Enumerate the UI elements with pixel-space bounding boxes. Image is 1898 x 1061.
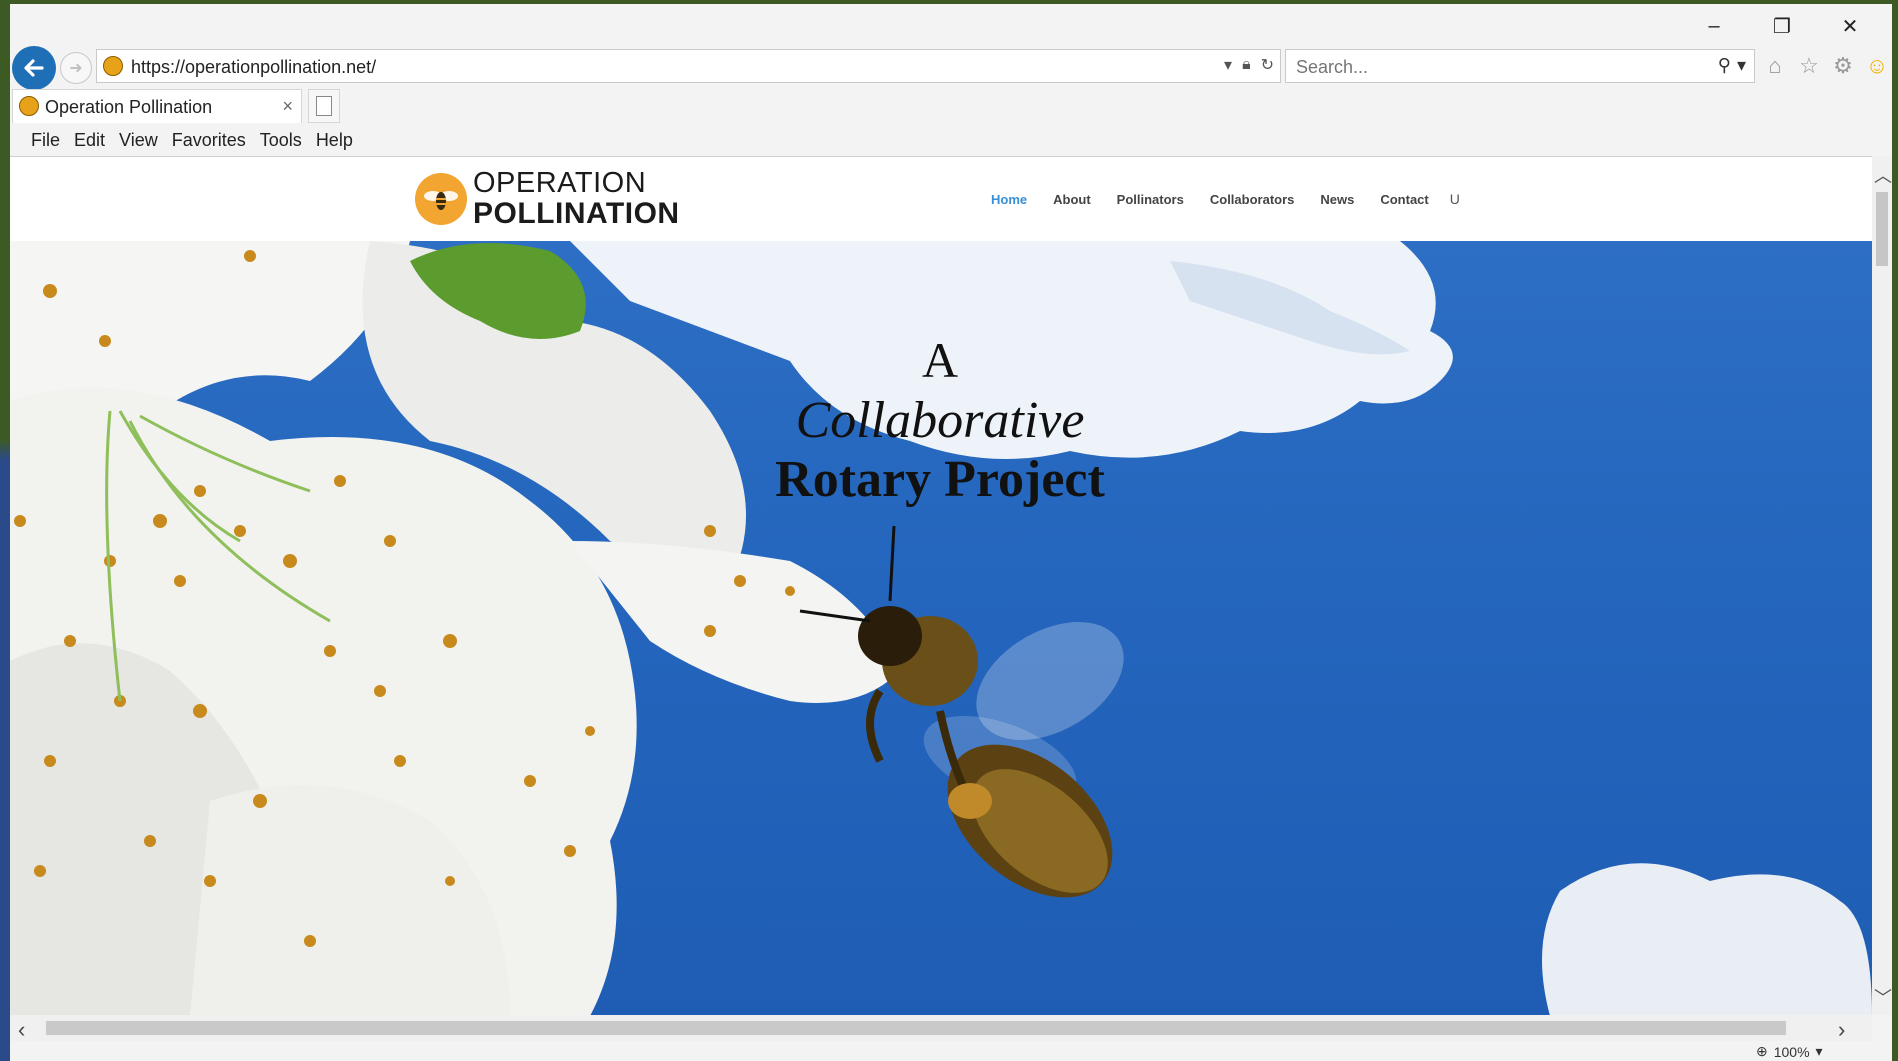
site-favicon-icon xyxy=(103,56,123,76)
search-input[interactable] xyxy=(1294,54,1678,80)
nav-home[interactable]: Home xyxy=(978,192,1040,207)
settings-gear-icon[interactable]: ⚙ xyxy=(1830,53,1856,79)
new-tab-button[interactable] xyxy=(308,89,340,123)
menu-bar: File Edit View Favorites Tools Help xyxy=(10,124,1892,156)
menu-tools[interactable]: Tools xyxy=(253,124,309,156)
nav-extra-icon[interactable]: U xyxy=(1442,191,1460,207)
search-box[interactable]: ⚲ ▾ xyxy=(1285,49,1755,83)
site-logo[interactable]: OPERATION POLLINATION xyxy=(415,169,680,229)
favorites-star-icon[interactable]: ☆ xyxy=(1796,53,1822,79)
logo-text: OPERATION POLLINATION xyxy=(473,169,680,229)
zoom-level: 100% xyxy=(1773,1043,1810,1060)
zoom-control[interactable]: ⊕ 100% ▾ xyxy=(1756,1043,1823,1060)
search-tools: ⚲ ▾ xyxy=(1718,55,1746,76)
address-bar[interactable]: https://operationpollination.net/ ▾ 🔒︎ ↻ xyxy=(96,49,1281,83)
menu-favorites[interactable]: Favorites xyxy=(165,124,253,156)
address-tools: ▾ 🔒︎ ↻ xyxy=(1224,55,1274,75)
nav-collaborators[interactable]: Collaborators xyxy=(1197,192,1308,207)
hero-line-rotary-project: Rotary Project xyxy=(775,451,1105,509)
forward-arrow-icon: ➜ xyxy=(69,60,83,77)
forward-button[interactable]: ➜ xyxy=(60,52,92,84)
lock-icon[interactable]: 🔒︎ xyxy=(1242,56,1251,74)
frame-edge-right xyxy=(1892,0,1898,1061)
home-icon[interactable]: ⌂ xyxy=(1762,53,1788,79)
menu-file[interactable]: File xyxy=(24,124,67,156)
menu-edit[interactable]: Edit xyxy=(67,124,112,156)
zoom-icon: ⊕ xyxy=(1756,1043,1768,1059)
status-bar: ⊕ 100% ▾ xyxy=(10,1041,1892,1061)
nav-news[interactable]: News xyxy=(1307,192,1367,207)
logo-line-pollination: POLLINATION xyxy=(473,197,680,230)
navigation-bar: ➜ https://operationpollination.net/ ▾ 🔒︎… xyxy=(10,44,1892,90)
back-button[interactable] xyxy=(12,46,56,90)
tab-title: Operation Pollination xyxy=(45,97,213,117)
vertical-scroll-thumb[interactable] xyxy=(1876,192,1888,266)
tab-close-icon[interactable]: × xyxy=(282,96,293,117)
feedback-smiley-icon[interactable]: ☺ xyxy=(1864,53,1890,79)
restore-button[interactable]: ❐ xyxy=(1748,10,1816,42)
close-button[interactable]: ✕ xyxy=(1816,10,1884,42)
page-viewport: OPERATION POLLINATION Home About Pollina… xyxy=(10,156,1872,1016)
minimize-button[interactable]: – xyxy=(1680,10,1748,42)
search-dropdown-icon[interactable]: ▾ xyxy=(1737,55,1746,76)
nav-about[interactable]: About xyxy=(1040,192,1104,207)
new-tab-icon xyxy=(316,96,332,116)
hero-banner: A Collaborative Rotary Project xyxy=(10,241,1872,1016)
scroll-up-icon[interactable]: ︿ xyxy=(1874,162,1892,188)
tab-bar: Operation Pollination × xyxy=(10,87,1892,123)
scroll-left-icon[interactable]: ‹ xyxy=(18,1017,25,1043)
hero-line-a: A xyxy=(921,332,959,388)
back-arrow-icon xyxy=(24,59,44,77)
vertical-scrollbar[interactable]: ︿ ﹀ xyxy=(1872,156,1892,1015)
zoom-dropdown-icon[interactable]: ▾ xyxy=(1816,1043,1823,1060)
nav-pollinators[interactable]: Pollinators xyxy=(1104,192,1197,207)
nav-contact[interactable]: Contact xyxy=(1367,192,1441,207)
site-header: OPERATION POLLINATION Home About Pollina… xyxy=(10,157,1872,241)
browser-window: – ❐ ✕ ➜ https://operationpollination.net… xyxy=(10,4,1892,1061)
scroll-right-icon[interactable]: › xyxy=(1838,1017,1845,1043)
horizontal-scroll-thumb[interactable] xyxy=(46,1021,1786,1035)
search-icon[interactable]: ⚲ xyxy=(1718,55,1731,76)
scroll-down-icon[interactable]: ﹀ xyxy=(1874,984,1892,1010)
window-controls: – ❐ ✕ xyxy=(1680,10,1884,42)
toolbar-icons: ⌂ ☆ ⚙ ☺ xyxy=(1762,53,1890,79)
dropdown-arrow-icon[interactable]: ▾ xyxy=(1224,55,1232,75)
menu-view[interactable]: View xyxy=(112,124,165,156)
hero-title: A Collaborative Rotary Project xyxy=(640,332,1240,509)
hero-line-collaborative: Collaborative xyxy=(795,392,1085,449)
site-navigation: Home About Pollinators Collaborators New… xyxy=(978,191,1460,207)
logo-line-operation: OPERATION xyxy=(473,167,647,199)
frame-edge-left xyxy=(0,0,10,1061)
menu-help[interactable]: Help xyxy=(309,124,360,156)
refresh-icon[interactable]: ↻ xyxy=(1261,55,1274,75)
tab-operation-pollination[interactable]: Operation Pollination × xyxy=(12,89,302,123)
horizontal-scrollbar[interactable]: ‹ › xyxy=(10,1015,1872,1043)
bee-logo-icon xyxy=(415,173,467,225)
tab-favicon-icon xyxy=(19,96,39,116)
url-text[interactable]: https://operationpollination.net/ xyxy=(131,57,376,78)
